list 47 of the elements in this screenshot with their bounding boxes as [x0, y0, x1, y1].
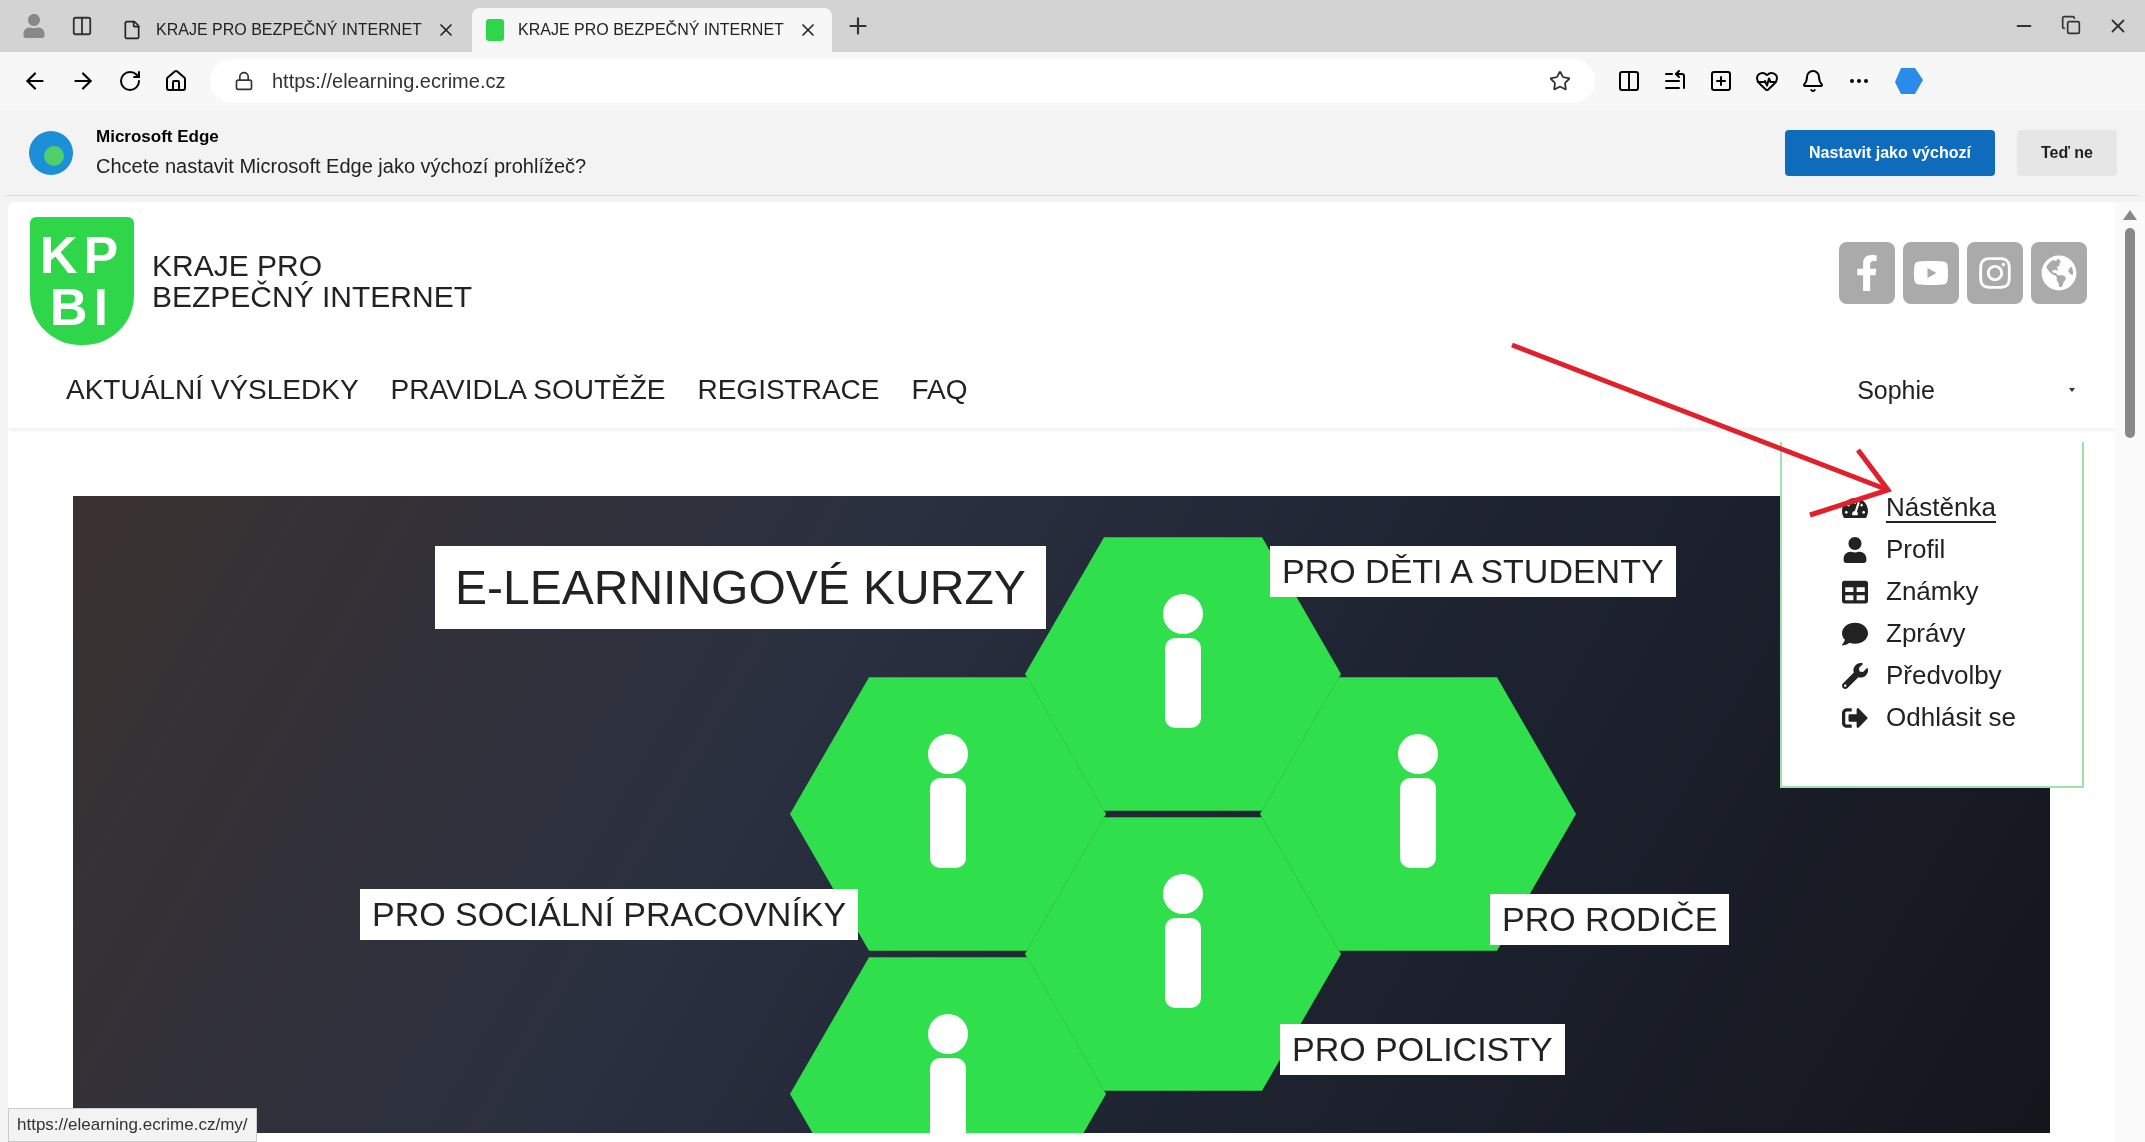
star-icon[interactable]: [1549, 70, 1571, 92]
banner-label: PRO RODIČE: [1490, 894, 1730, 945]
banner-label: PRO POLICISTY: [1280, 1024, 1565, 1075]
nav-link[interactable]: PRAVIDLA SOUTĚŽE: [390, 374, 666, 406]
globe-icon: [2041, 255, 2077, 291]
menu-item[interactable]: Odhlásit se: [1842, 702, 2082, 734]
address-field[interactable]: https://elearning.ecrime.cz: [210, 59, 1595, 103]
user-icon: [1842, 537, 1868, 563]
heart-icon[interactable]: [1755, 69, 1779, 93]
menu-item[interactable]: Profil: [1842, 534, 2082, 566]
lock-icon: [234, 71, 254, 91]
info-message: Chcete nastavit Microsoft Edge jako výchozí prohlížeč?: [96, 155, 588, 178]
wrench-icon: [1842, 663, 1868, 689]
split-screen-icon[interactable]: [1617, 69, 1641, 93]
dashboard-icon: [1842, 495, 1868, 521]
home-icon[interactable]: [164, 69, 188, 93]
scroll-up-icon[interactable]: [2123, 210, 2137, 220]
menu-item[interactable]: Zprávy: [1842, 618, 2082, 650]
nav-link[interactable]: REGISTRACE: [697, 374, 880, 406]
menu-item[interactable]: Nástěnka: [1842, 492, 2082, 524]
caret-icon: [2069, 388, 2075, 392]
nav-link[interactable]: FAQ: [911, 374, 968, 406]
user-menu-toggle[interactable]: Sophie: [1857, 375, 1935, 405]
banner-title: E-LEARNINGOVÉ KURZY: [435, 546, 1046, 629]
info-title: Microsoft Edge: [96, 127, 220, 147]
reload-icon[interactable]: [118, 69, 142, 93]
scrollbar-thumb[interactable]: [2125, 228, 2135, 438]
browser-tab[interactable]: KRAJE PRO BEZPEČNÝ INTERNET: [108, 8, 468, 52]
instagram-icon: [1977, 255, 2013, 291]
restore-icon[interactable]: [2061, 15, 2081, 35]
site-logo-icon: [486, 19, 504, 41]
collections-icon[interactable]: [1709, 69, 1733, 93]
nav-link[interactable]: AKTUÁLNÍ VÝSLEDKY: [66, 374, 359, 406]
browser-tab[interactable]: KRAJE PRO BEZPEČNÝ INTERNET: [472, 8, 832, 52]
set-default-button[interactable]: Nastavit jako výchozí: [1785, 129, 1995, 176]
banner-label: PRO DĚTI A STUDENTY: [1270, 546, 1676, 597]
page-icon: [122, 20, 142, 40]
grid-icon: [1842, 579, 1868, 605]
menu-item[interactable]: Předvolby: [1842, 660, 2082, 692]
logout-icon: [1842, 705, 1868, 731]
bell-icon[interactable]: [1801, 69, 1825, 93]
menu-item[interactable]: Známky: [1842, 576, 2082, 608]
banner-label: PRO SOCIÁLNÍ PRACOVNÍKY: [360, 889, 859, 940]
status-url: https://elearning.ecrime.cz/my/: [8, 1108, 257, 1142]
chat-icon: [1842, 621, 1868, 647]
not-now-button[interactable]: Teď ne: [2016, 129, 2117, 176]
site-name[interactable]: KRAJE PRO BEZPEČNÝ INTERNET: [152, 249, 473, 313]
